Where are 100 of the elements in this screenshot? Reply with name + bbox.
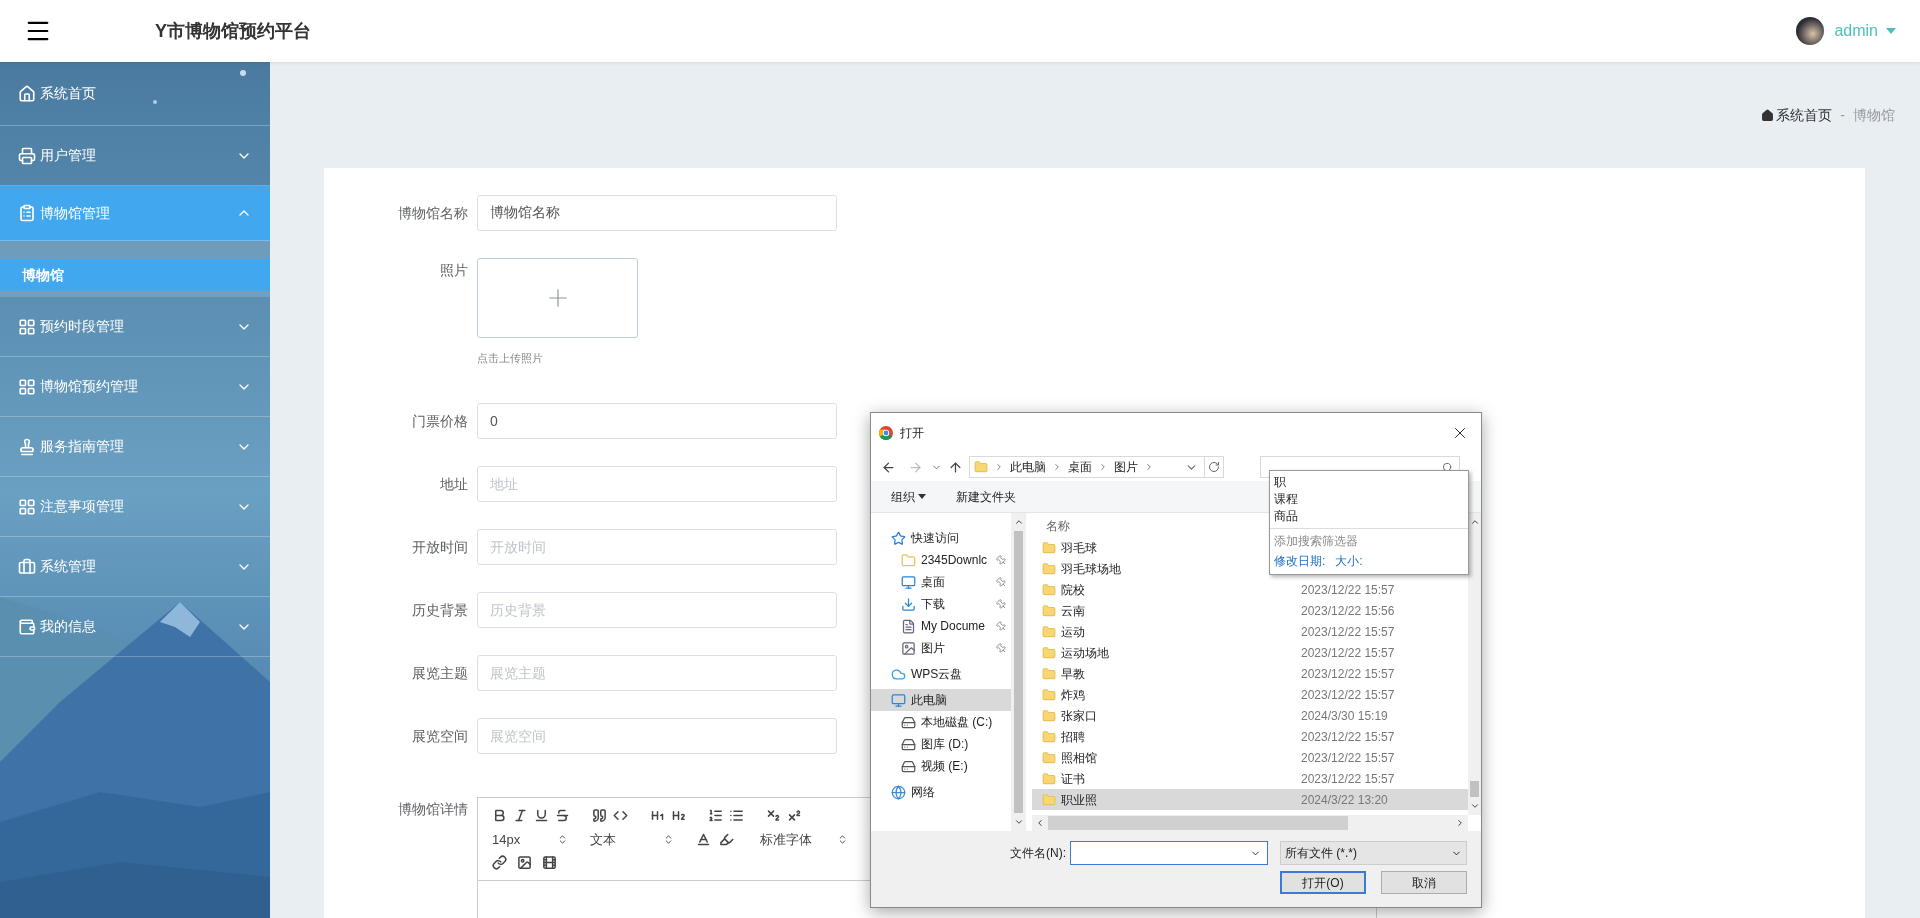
heading-two-icon[interactable]: [671, 808, 686, 823]
upload-hint: 点击上传照片: [477, 351, 544, 366]
underline-icon[interactable]: [534, 808, 549, 823]
refresh-icon[interactable]: [1208, 461, 1220, 473]
avatar[interactable]: [1796, 17, 1825, 45]
folder-icon: [1042, 582, 1056, 597]
folder-icon: [974, 460, 988, 474]
new-folder-button[interactable]: 新建文件夹: [956, 487, 1016, 506]
open-button[interactable]: 打开(O): [1280, 871, 1366, 894]
scroll-left-icon[interactable]: [1035, 818, 1045, 828]
text-field[interactable]: 地址: [477, 465, 837, 502]
link-icon[interactable]: [492, 855, 507, 870]
file-row[interactable]: 招聘 2023/12/22 15:57: [1032, 726, 1468, 747]
navigation-item[interactable]: 此电脑: [871, 689, 1011, 711]
grid-icon: [18, 497, 36, 516]
code-icon[interactable]: [613, 808, 628, 823]
file-row[interactable]: 早教 2023/12/22 15:57: [1032, 663, 1468, 684]
scroll-up-icon[interactable]: [1469, 517, 1480, 527]
search-suggestion[interactable]: 商品: [1270, 508, 1468, 525]
caret-icon: [1886, 28, 1896, 34]
printer-icon: [18, 146, 36, 165]
navigation-item[interactable]: 网络: [871, 781, 1011, 803]
heading-one-icon[interactable]: [650, 808, 665, 823]
highlight-icon[interactable]: [719, 832, 734, 847]
breadcrumb-link[interactable]: 系统首页: [1761, 104, 1833, 126]
search-suggestion[interactable]: 课程: [1270, 491, 1468, 508]
scrollbar[interactable]: [1011, 513, 1026, 831]
updown-icon: [837, 834, 848, 845]
strikethrough-icon[interactable]: [555, 808, 570, 823]
film-icon[interactable]: [542, 855, 557, 870]
path-segment[interactable]: 图片: [1114, 458, 1138, 476]
organize-menu[interactable]: 组织: [891, 487, 926, 506]
text-style-select[interactable]: 文本: [590, 829, 674, 850]
quote-icon[interactable]: [592, 808, 607, 823]
search-filter-link[interactable]: 修改日期:: [1274, 552, 1326, 570]
italic-icon[interactable]: [513, 808, 528, 823]
file-row[interactable]: 照相馆 2023/12/22 15:57: [1032, 747, 1468, 768]
file-name-field[interactable]: [1070, 841, 1268, 865]
font-color-icon[interactable]: [696, 832, 711, 847]
text-field[interactable]: 历史背景: [477, 591, 837, 628]
document-icon: [901, 618, 916, 634]
navigation-item[interactable]: My Docume: [871, 615, 1011, 637]
text-field[interactable]: 展览主题: [477, 654, 837, 691]
navigation-item[interactable]: 2345Downlc: [871, 549, 1011, 571]
field-label: 博物馆详情: [398, 800, 468, 817]
superscript-icon[interactable]: [787, 808, 802, 823]
file-row[interactable]: 运动 2023/12/22 15:57: [1032, 621, 1468, 642]
download-icon: [901, 596, 916, 612]
navigation-item[interactable]: 视频 (E:): [871, 755, 1011, 777]
file-row[interactable]: 运动场地 2023/12/22 15:57: [1032, 642, 1468, 663]
ordered-list-icon[interactable]: [708, 808, 723, 823]
scroll-thumb[interactable]: [1048, 816, 1348, 830]
text-field[interactable]: 0: [477, 402, 837, 439]
text-field[interactable]: 博物馆名称: [477, 195, 837, 231]
cancel-button[interactable]: 取消: [1381, 871, 1467, 894]
navigation-item[interactable]: WPS云盘: [871, 663, 1011, 685]
scroll-thumb[interactable]: [1470, 781, 1479, 797]
briefcase-icon: [18, 557, 36, 576]
navigation-item[interactable]: 图片: [871, 637, 1011, 659]
scroll-thumb[interactable]: [1014, 531, 1023, 813]
search-filter-link[interactable]: 大小:: [1335, 552, 1363, 570]
dialog-title: 打开: [900, 425, 924, 442]
bold-icon[interactable]: [492, 808, 507, 823]
file-row[interactable]: 职业照 2024/3/22 13:20: [1032, 789, 1468, 810]
path-segment[interactable]: 桌面: [1068, 458, 1092, 476]
file-row[interactable]: 张家口 2024/3/30 15:19: [1032, 705, 1468, 726]
scroll-down-icon[interactable]: [1013, 817, 1024, 827]
network-icon: [891, 784, 906, 800]
file-row[interactable]: 证书 2023/12/22 15:57: [1032, 768, 1468, 789]
folder-icon: [1042, 750, 1056, 765]
scroll-up-icon[interactable]: [1013, 517, 1024, 527]
horizontal-scrollbar[interactable]: [1032, 815, 1468, 831]
font-size-select[interactable]: 14px: [492, 829, 568, 850]
sidebar-menu-item[interactable]: 我的信息: [0, 597, 270, 657]
column-header[interactable]: 名称: [1046, 517, 1070, 535]
folder-icon: [901, 552, 916, 568]
browser-logo-icon: [879, 426, 893, 440]
subscript-icon[interactable]: [766, 808, 781, 823]
scrollbar[interactable]: [1468, 513, 1481, 815]
image-icon[interactable]: [517, 855, 532, 870]
file-row[interactable]: 院校 2023/12/22 15:57: [1032, 579, 1468, 600]
file-row[interactable]: 炸鸡 2023/12/22 15:57: [1032, 684, 1468, 705]
scroll-down-icon[interactable]: [1469, 801, 1480, 811]
sidebar-menu-item[interactable]: 系统首页: [0, 62, 270, 126]
navigation-item[interactable]: 桌面: [871, 571, 1011, 593]
text-field[interactable]: 开放时间: [477, 528, 837, 565]
navigation-item[interactable]: 图库 (D:): [871, 733, 1011, 755]
font-family-select[interactable]: 标准字体: [760, 829, 848, 850]
file-row[interactable]: 云南 2023/12/22 15:56: [1032, 600, 1468, 621]
navigation-item[interactable]: 快速访问: [871, 527, 1011, 549]
navigation-item[interactable]: 本地磁盘 (C:): [871, 711, 1011, 733]
search-suggestion[interactable]: 职: [1270, 474, 1468, 491]
path-segment[interactable]: 此电脑: [1010, 458, 1046, 476]
folder-icon: [1042, 561, 1056, 576]
address-bar[interactable]: 此电脑 桌面 图片: [969, 456, 1224, 478]
file-type-select[interactable]: 所有文件 (*.*): [1280, 841, 1467, 865]
bullet-list-icon[interactable]: [729, 808, 744, 823]
text-field[interactable]: 展览空间: [477, 717, 837, 754]
navigation-item[interactable]: 下载: [871, 593, 1011, 615]
scroll-right-icon[interactable]: [1455, 818, 1465, 828]
